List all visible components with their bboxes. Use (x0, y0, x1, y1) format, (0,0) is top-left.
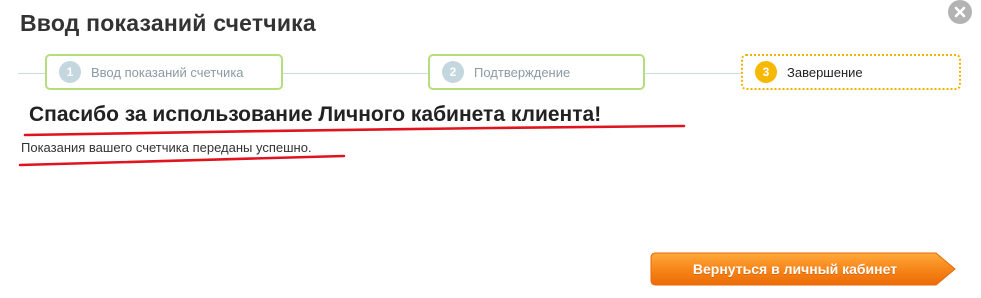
step-number: 3 (755, 61, 777, 83)
step-label: Ввод показаний счетчика (91, 64, 244, 80)
step-enter-readings: 1 Ввод показаний счетчика (45, 54, 283, 90)
step-label: Завершение (787, 64, 863, 80)
dialog-title: Ввод показаний счетчика (20, 10, 316, 36)
red-underline-annotation (18, 154, 346, 167)
back-button-label: Вернуться в личный кабинет (692, 261, 898, 277)
step-label: Подтверждение (474, 64, 571, 80)
red-underline-annotation (23, 124, 686, 137)
step-number: 1 (59, 61, 81, 83)
close-x-icon (954, 6, 966, 18)
close-button[interactable] (948, 0, 972, 24)
step-completion: 3 Завершение (741, 54, 961, 90)
meter-reading-dialog: Ввод показаний счетчика 1 Ввод показаний… (0, 0, 981, 298)
step-number: 2 (442, 61, 464, 83)
back-to-account-button[interactable]: Вернуться в личный кабинет (650, 252, 956, 286)
step-confirmation: 2 Подтверждение (428, 54, 645, 90)
